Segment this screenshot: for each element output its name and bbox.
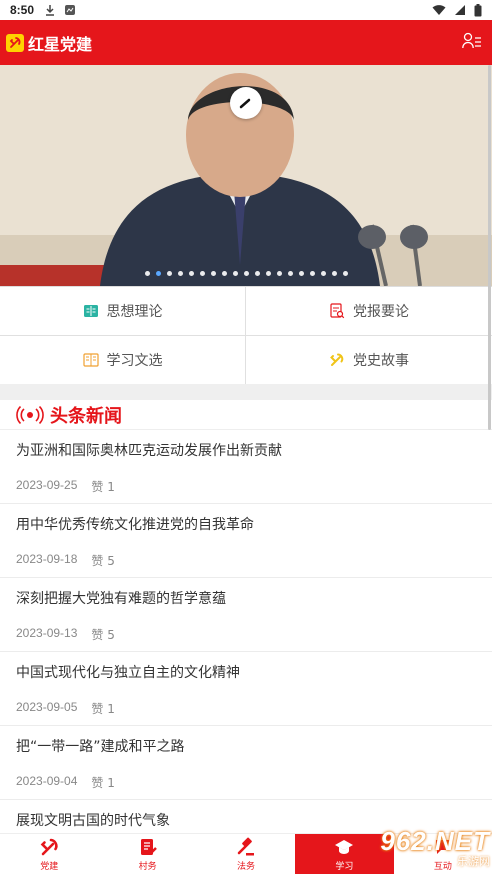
download-icon [46,5,55,16]
carousel-dot[interactable] [331,271,337,276]
user-menu-icon[interactable] [462,32,482,54]
signal-icon [455,5,465,15]
carousel-dot[interactable] [232,271,238,276]
news-date: 2023-09-25 [16,478,78,492]
party-emblem-icon [329,352,345,368]
news-item[interactable]: 用中华优秀传统文化推进党的自我革命 2023-09-18 赞 5 [0,504,492,578]
chat-icon [433,837,453,857]
wifi-icon [432,5,446,15]
tab-dangjian[interactable]: 党建 [0,834,98,874]
news-title: 展现文明古国的时代气象 [16,813,170,829]
news-likes: 赞 5 [91,554,115,568]
bottom-tab-bar: 党建 村务 法务 学习 互动 [0,833,492,874]
tab-label: 学习 [335,861,354,872]
app-title: 红星党建 [28,34,93,54]
status-bar: 8:50 [0,0,492,20]
category-label: 思想理论 [106,304,163,320]
carousel-dot[interactable] [298,271,304,276]
carousel-dot[interactable] [166,271,172,276]
carousel-dot[interactable] [320,271,326,276]
carousel-dot[interactable] [287,271,293,276]
carousel-dot[interactable] [243,271,249,276]
category-label: 党报要论 [353,304,409,320]
news-title: 把“一带一路”建成和平之路 [16,739,185,755]
category-dangshi-gushi[interactable]: 党史故事 [246,336,492,385]
carousel-dot[interactable] [199,271,205,276]
app-logo: 红星党建 [6,31,92,55]
tab-xuexi[interactable]: 学习 [295,834,394,874]
news-item[interactable]: 中国式现代化与独立自主的文化精神 2023-09-05 赞 1 [0,652,492,726]
tab-fawu[interactable]: 法务 [197,834,295,874]
news-title: 中国式现代化与独立自主的文化精神 [16,665,240,681]
notification-icon [65,5,76,15]
category-grid: 思想理论 党报要论 学习文选 党史故事 [0,286,492,385]
news-item[interactable]: 把“一带一路”建成和平之路 2023-09-04 赞 1 [0,726,492,800]
news-item[interactable]: 为亚洲和国际奥林匹克运动发展作出新贡献 2023-09-25 赞 1 [0,430,492,504]
status-time: 8:50 [10,3,35,17]
app-header: 红星党建 [0,20,492,65]
carousel-dot[interactable] [254,271,260,276]
loading-spinner-icon [230,87,262,119]
party-emblem-icon [39,837,59,857]
headline-news-header: 头条新闻 [0,400,492,430]
carousel-dot[interactable] [210,271,216,276]
headline-title: 头条新闻 [50,405,122,427]
carousel-dot[interactable] [144,271,150,276]
news-likes: 赞 1 [91,776,115,790]
category-label: 党史故事 [353,353,409,369]
carousel-dot[interactable] [177,271,183,276]
news-title: 用中华优秀传统文化推进党的自我革命 [16,517,254,533]
news-date: 2023-09-05 [16,700,78,714]
section-divider [0,384,492,400]
news-likes: 赞 5 [91,628,115,642]
news-date: 2023-09-04 [16,774,78,788]
book-icon [83,303,99,319]
news-likes: 赞 1 [91,702,115,716]
tab-label: 法务 [237,861,256,872]
carousel-dot[interactable] [276,271,282,276]
category-dangbao-yaolun[interactable]: 党报要论 [246,287,492,336]
tab-cunwu[interactable]: 村务 [98,834,196,874]
news-list: 为亚洲和国际奥林匹克运动发展作出新贡献 2023-09-25 赞 1 用中华优秀传… [0,430,492,874]
broadcast-icon [16,405,44,424]
document-search-icon [329,303,345,319]
scrollbar[interactable] [488,65,491,430]
gavel-icon [236,837,256,857]
carousel-dot[interactable] [342,271,348,276]
category-xuexi-wenxuan[interactable]: 学习文选 [0,336,246,385]
open-book-icon [82,352,99,368]
tab-hudong[interactable]: 互动 [394,834,492,874]
news-date: 2023-09-13 [16,626,78,640]
party-emblem-icon [6,33,24,52]
carousel-dot[interactable] [155,271,161,276]
banner-carousel[interactable] [0,65,492,286]
carousel-dot[interactable] [221,271,227,276]
tab-label: 党建 [40,861,59,872]
carousel-dot[interactable] [188,271,194,276]
category-label: 学习文选 [106,353,163,369]
category-sixiang-lilun[interactable]: 思想理论 [0,287,246,336]
news-likes: 赞 1 [91,480,115,494]
carousel-dot[interactable] [265,271,271,276]
carousel-dot[interactable] [309,271,315,276]
battery-icon [474,3,482,16]
tab-label: 互动 [433,861,452,872]
news-item[interactable]: 深刻把握大党独有难题的哲学意蕴 2023-09-13 赞 5 [0,578,492,652]
news-title: 深刻把握大党独有难题的哲学意蕴 [16,591,226,607]
graduation-cap-icon [334,837,354,857]
tab-label: 村务 [138,861,157,872]
news-date: 2023-09-18 [16,552,78,566]
carousel-indicator[interactable] [0,271,492,276]
news-title: 为亚洲和国际奥林匹克运动发展作出新贡献 [16,443,282,459]
document-edit-icon [138,837,158,857]
